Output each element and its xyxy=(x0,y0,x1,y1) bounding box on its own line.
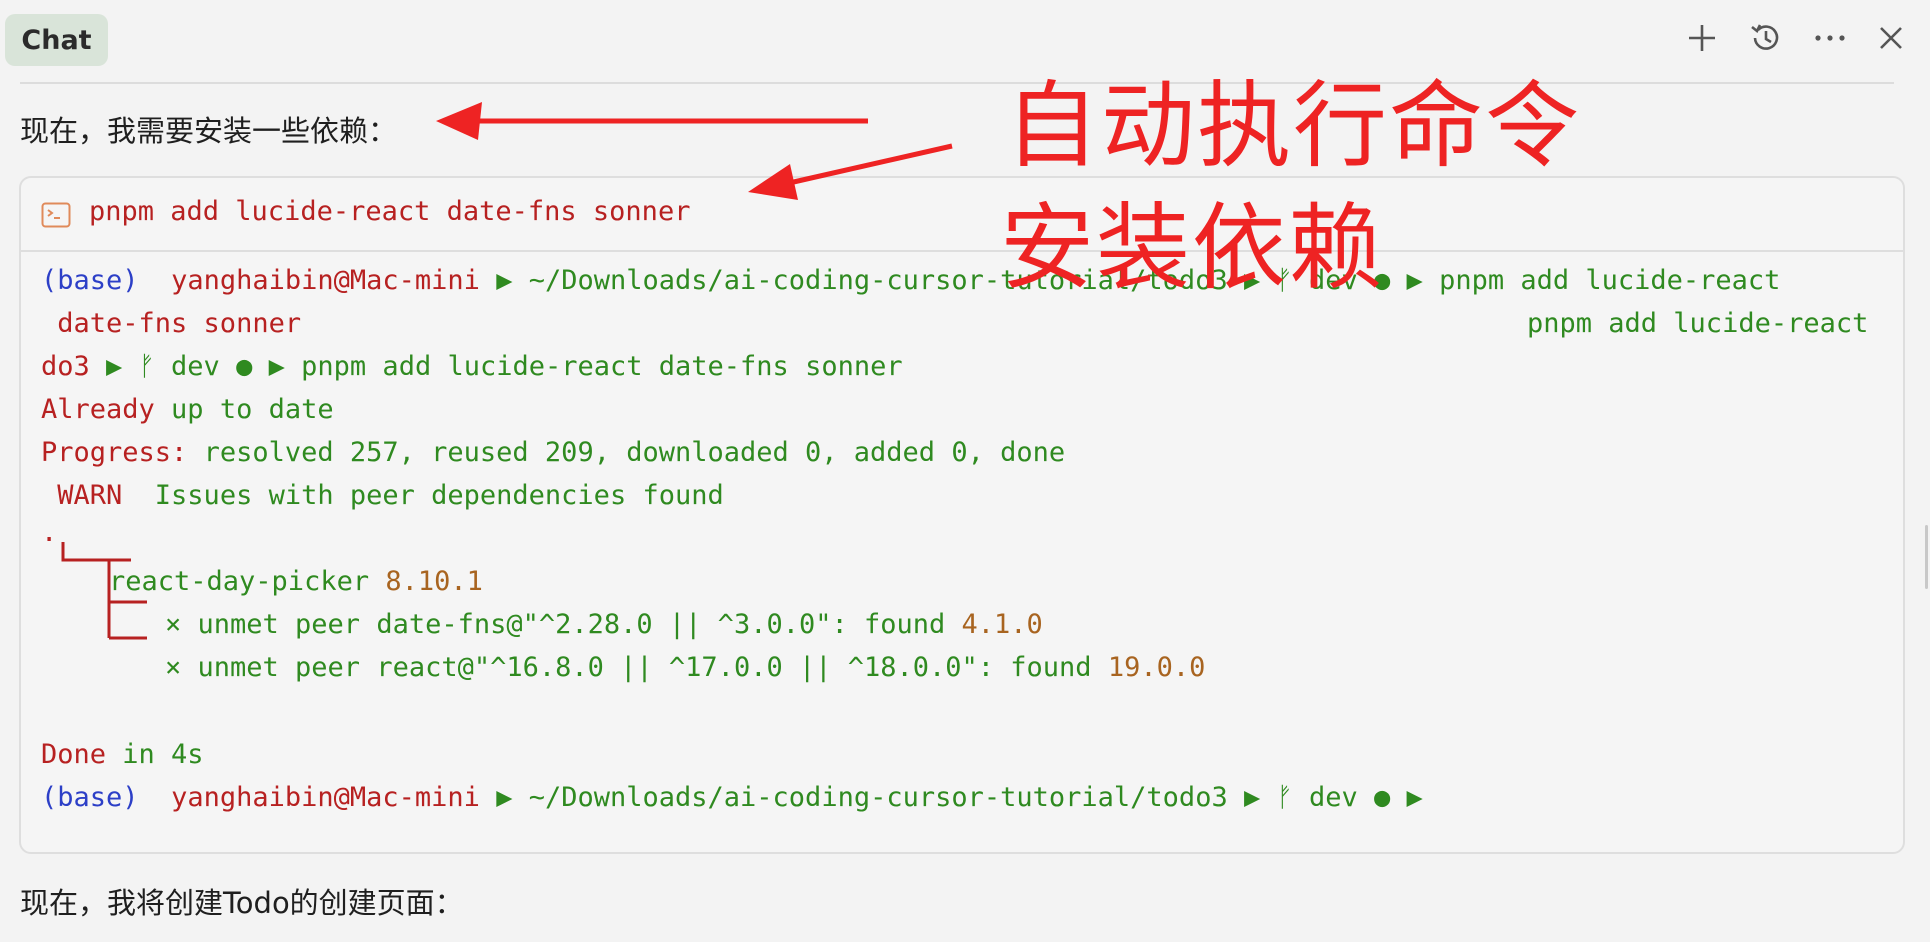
annotation-arrows xyxy=(436,102,953,200)
scrollbar[interactable] xyxy=(1925,525,1928,589)
annotation-arrow-2 xyxy=(748,143,953,200)
annotation-arrow-1 xyxy=(436,102,868,140)
